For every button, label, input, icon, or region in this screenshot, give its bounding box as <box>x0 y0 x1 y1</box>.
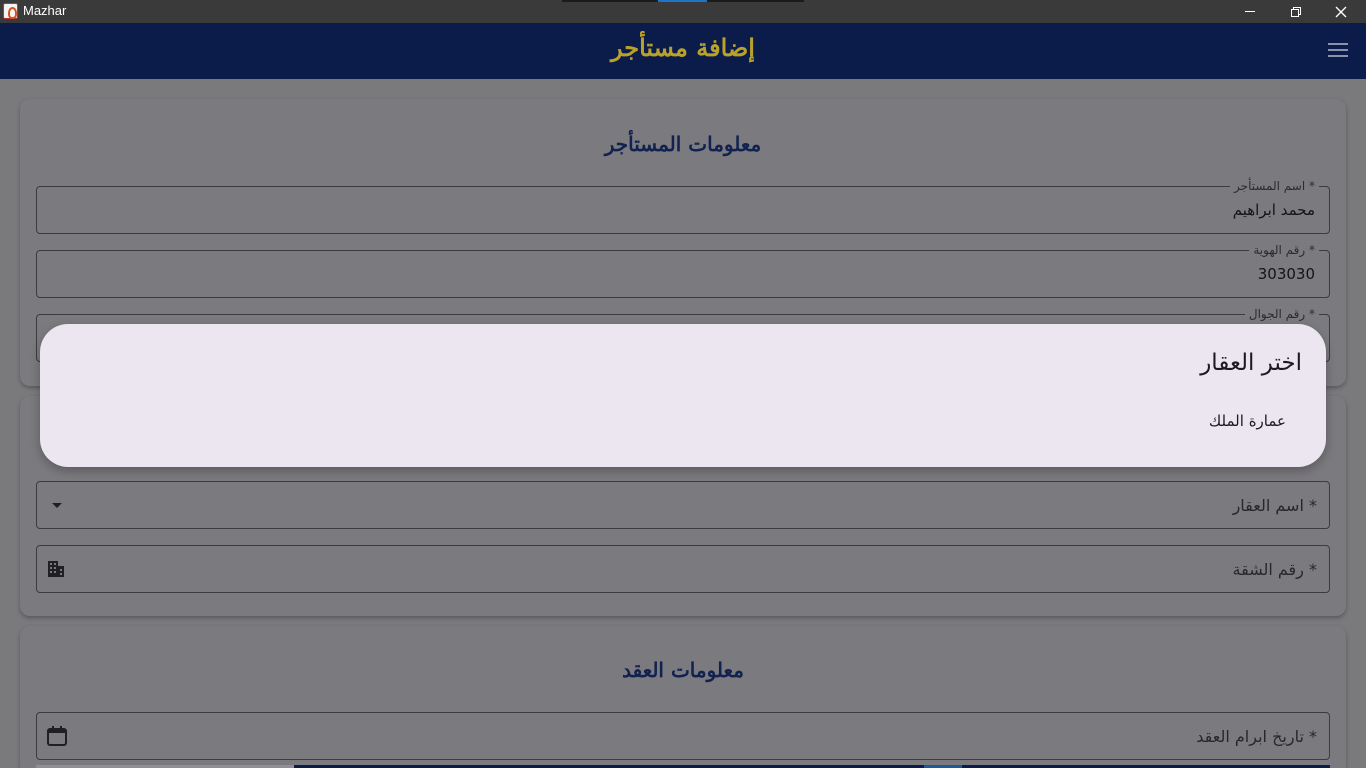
menu-icon[interactable] <box>1328 43 1348 57</box>
tenant-id-value: 303030 <box>1257 265 1315 283</box>
contract-date-field[interactable]: تاريخ ابرام العقد * <box>36 712 1330 760</box>
tenant-name-value: محمد ابراهيم <box>1232 201 1315 219</box>
window-titlebar: Mazhar <box>0 0 1366 23</box>
property-name-placeholder: اسم العقار * <box>1232 496 1317 515</box>
close-button[interactable] <box>1318 0 1364 23</box>
titlebar-strip-accent <box>658 0 707 2</box>
calendar-icon <box>47 726 67 746</box>
close-icon <box>1335 6 1347 17</box>
property-name-dropdown[interactable]: اسم العقار * <box>36 481 1330 529</box>
restore-icon <box>1291 6 1301 17</box>
app-logo-icon <box>3 3 18 19</box>
tenant-id-field[interactable]: رقم الهوية * 303030 <box>36 242 1330 298</box>
minimize-icon <box>1245 11 1255 12</box>
tenant-name-label: اسم المستأجر * <box>1230 178 1319 194</box>
app-bar: إضافة مستأجر <box>0 23 1366 79</box>
apartment-number-placeholder: رقم الشقة * <box>1232 560 1317 579</box>
page-title: إضافة مستأجر <box>611 33 755 62</box>
select-property-dialog: اختر العقار عمارة الملك <box>40 324 1326 467</box>
window-title: Mazhar <box>23 3 67 18</box>
contract-section-title: معلومات العقد <box>622 658 744 682</box>
titlebar-strip <box>562 0 658 2</box>
apartment-number-field[interactable]: رقم الشقة * <box>36 545 1330 593</box>
building-icon <box>48 561 64 577</box>
tenant-id-label: رقم الهوية * <box>1249 242 1319 258</box>
dialog-option-property[interactable]: عمارة الملك <box>1209 412 1286 430</box>
restore-button[interactable] <box>1273 0 1319 23</box>
minimize-button[interactable] <box>1227 0 1273 23</box>
titlebar-strip <box>707 0 804 2</box>
contract-date-placeholder: تاريخ ابرام العقد * <box>1196 727 1317 746</box>
tenant-phone-label: رقم الجوال * <box>1244 306 1319 322</box>
tenant-name-field[interactable]: اسم المستأجر * محمد ابراهيم <box>36 178 1330 234</box>
dialog-title: اختر العقار <box>1200 350 1302 376</box>
dropdown-arrow-icon <box>52 503 62 508</box>
tenant-section-title: معلومات المستأجر <box>604 132 762 156</box>
